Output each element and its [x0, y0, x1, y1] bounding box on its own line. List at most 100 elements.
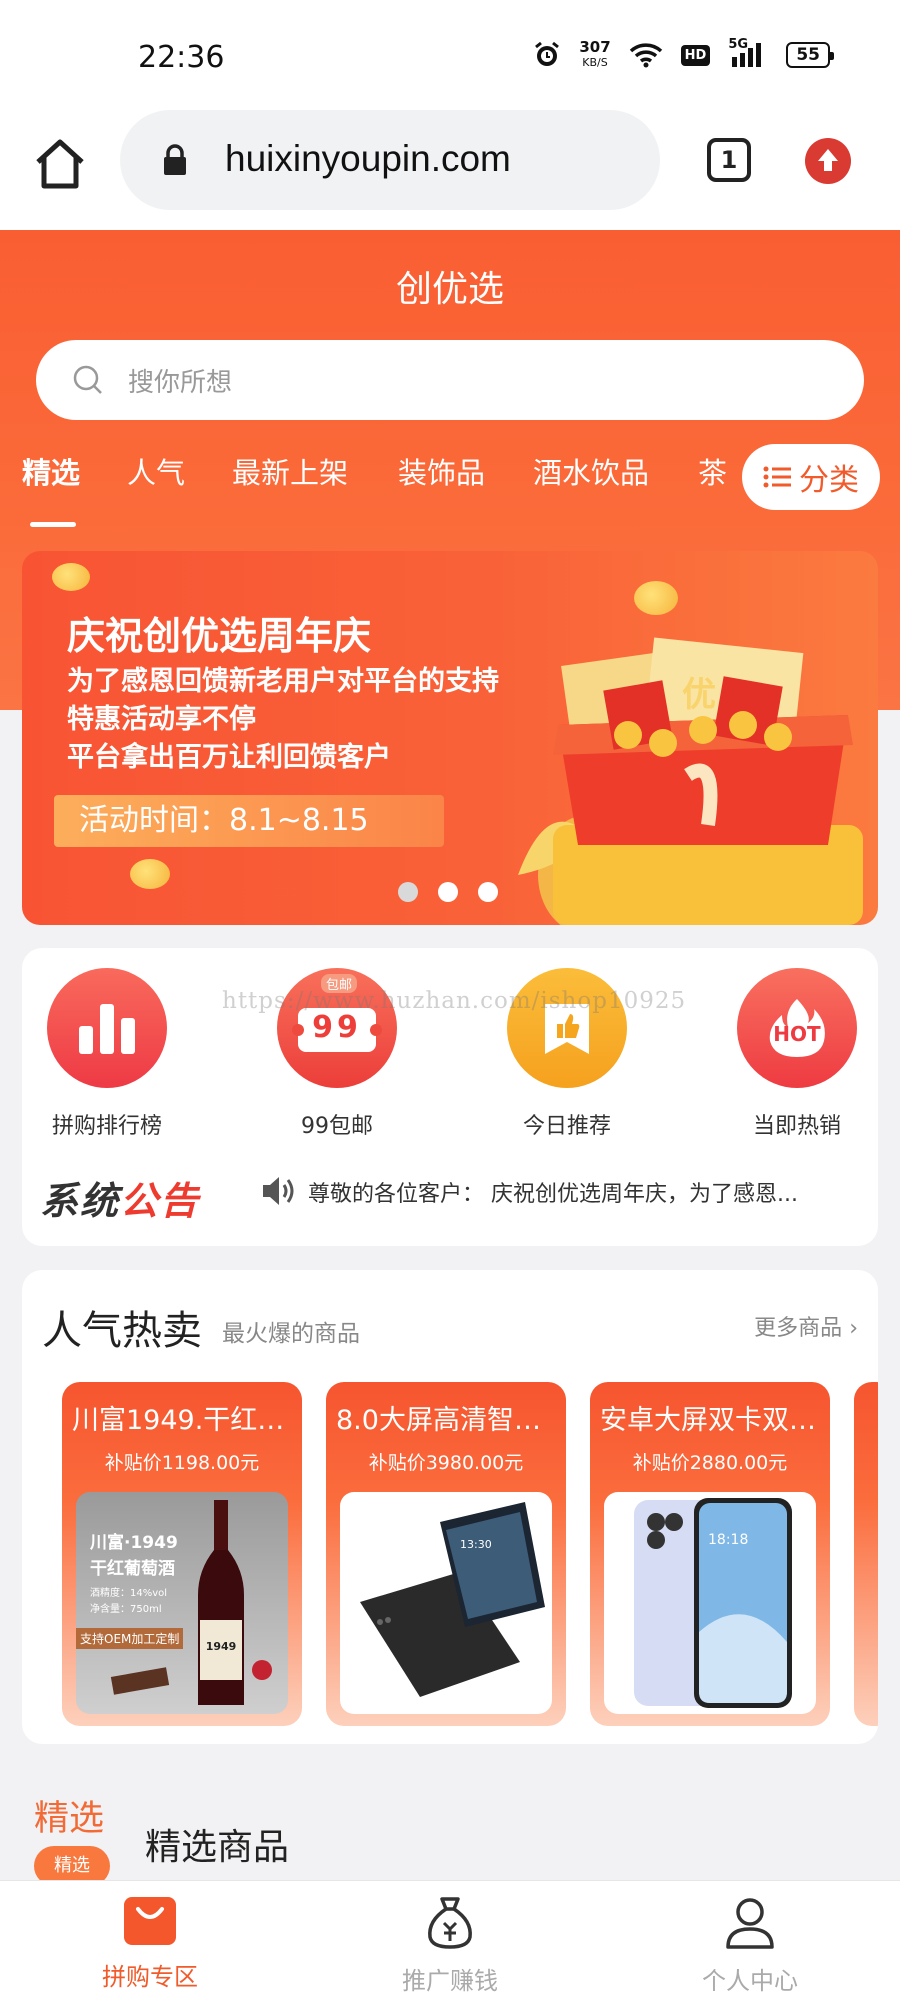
feature-ranking[interactable]: 拼购排行榜 — [22, 968, 192, 1140]
tab-tea[interactable]: 茶 — [698, 450, 727, 492]
product-name[interactable]: 安卓大屏双卡双待手机 — [600, 1398, 825, 1437]
feature-icon-circle: HOT — [737, 968, 857, 1088]
product-image[interactable]: 川富·1949 干红葡萄酒 酒精度：14%vol 净含量：750ml 支持OEM… — [76, 1492, 288, 1714]
wine-image-spec: 净含量：750ml — [90, 1604, 162, 1615]
more-label[interactable]: 更多商品 — [754, 1316, 842, 1341]
notice-logo-part: 系统 — [40, 1179, 121, 1223]
watermark-text: https://www.huzhan.com/ishop10925 — [222, 988, 687, 1014]
product-price: 补贴价3980.00元 — [368, 1452, 524, 1474]
section-title: 人气热卖 — [42, 1308, 202, 1354]
more-products-link[interactable]: 更多商品 › — [754, 1310, 858, 1342]
promo-banner[interactable]: 庆祝创优选周年庆 为了感恩回馈新老用户对平台的支持 特惠活动享不停 平台拿出百万… — [22, 551, 878, 925]
banner-line: 为了感恩回馈新老用户对平台的支持 — [67, 666, 499, 697]
feature-icon-circle: 99 包邮 — [277, 968, 397, 1088]
shortcut-card: 拼购排行榜 99 包邮 99包邮 今日推荐 HOT 当即热销 https://w… — [22, 948, 878, 1246]
flower-decoration — [252, 1660, 272, 1680]
tab-decorations[interactable]: 装饰品 — [398, 450, 485, 492]
category-button[interactable]: 分类 — [742, 444, 880, 510]
product-card-partial[interactable] — [854, 1382, 878, 1726]
notice-text[interactable]: 尊敬的各位客户： 庆祝创优选周年庆，为了感恩... — [308, 1176, 798, 1208]
nav-group-buy[interactable]: 拼购专区 — [50, 1895, 250, 1992]
coin-decoration — [130, 859, 170, 889]
tablet-illustration — [360, 1502, 545, 1697]
search-bar[interactable]: 搜你所想 — [36, 340, 864, 420]
tab-switcher-button[interactable]: 1 — [707, 138, 751, 182]
search-placeholder[interactable]: 搜你所想 — [128, 362, 232, 399]
product-card[interactable]: 安卓大屏双卡双待手机 补贴价2880.00元 18:18 — [590, 1382, 830, 1726]
nav-label[interactable]: 拼购专区 — [50, 1957, 250, 1992]
lock-icon — [164, 144, 186, 175]
speed-unit: KB/S — [582, 56, 608, 69]
product-name[interactable]: 川富1949.干红葡萄酒 — [72, 1398, 297, 1437]
network-speed: 307 KB/S — [579, 40, 610, 70]
nav-label[interactable]: 推广赚钱 — [350, 1961, 550, 1996]
product-image[interactable]: 18:18 — [604, 1492, 816, 1714]
browser-toolbar: huixinyoupin.com 1 — [0, 110, 900, 230]
upload-button[interactable] — [805, 138, 851, 184]
pagination-dot[interactable] — [398, 882, 418, 902]
signal-icon — [732, 43, 762, 67]
section-title: 精选商品 — [145, 1827, 290, 1868]
active-tab-indicator — [30, 522, 76, 527]
bar-chart-icon — [79, 1004, 135, 1054]
wine-bottle-icon — [198, 1500, 244, 1705]
banner-line: 特惠活动享不停 — [67, 704, 256, 735]
url-text[interactable]: huixinyoupin.com — [225, 138, 511, 180]
product-price: 补贴价2880.00元 — [632, 1452, 788, 1474]
brownie-decoration — [110, 1667, 170, 1695]
feature-label[interactable]: 拼购排行榜 — [22, 1108, 192, 1140]
product-price: 补贴价1198.00元 — [104, 1452, 260, 1474]
feature-icon-circle — [507, 968, 627, 1088]
status-time: 22:36 — [138, 40, 225, 75]
nav-profile[interactable]: 个人中心 — [650, 1895, 850, 1996]
section-tag: 精选 — [34, 1799, 105, 1839]
phone-illustration — [634, 1498, 792, 1708]
alarm-icon — [535, 41, 560, 66]
feature-hot-sale[interactable]: HOT 当即热销 — [712, 968, 882, 1140]
pagination-dot[interactable] — [478, 882, 498, 902]
page-title: 创优选 — [395, 269, 504, 310]
shopping-bag-icon — [124, 1897, 176, 1945]
notice-logo-part: 公告 — [120, 1179, 201, 1223]
home-icon[interactable] — [30, 134, 90, 194]
signal-indicator: 5G — [728, 37, 768, 69]
hot-badge-text: HOT — [773, 1022, 821, 1046]
status-bar: 22:36 307 KB/S HD 5G 55 — [0, 0, 900, 110]
feature-label[interactable]: 当即热销 — [712, 1108, 882, 1140]
feature-label[interactable]: 99包邮 — [252, 1108, 422, 1140]
wine-image-title: 川富·1949 — [90, 1533, 178, 1553]
tab-drinks[interactable]: 酒水饮品 — [533, 450, 649, 492]
coin-decoration — [52, 563, 90, 591]
tab-popular[interactable]: 人气 — [127, 450, 185, 492]
speaker-icon — [263, 1177, 294, 1205]
wine-bottle-label: 1949 — [205, 1640, 237, 1653]
user-icon — [726, 1898, 774, 1949]
wine-image-subtitle: 干红葡萄酒 — [90, 1559, 175, 1579]
product-card[interactable]: 8.0大屏高清智能平板 补贴价3980.00元 13:30 — [326, 1382, 566, 1726]
tablet-clock: 13:30 — [460, 1538, 492, 1551]
banner-event-time: 活动时间：8.1~8.15 — [54, 795, 444, 847]
tab-featured[interactable]: 精选 — [22, 450, 80, 492]
feature-label[interactable]: 今日推荐 — [482, 1108, 652, 1140]
bottom-navigation: 拼购专区 推广赚钱 个人中心 — [0, 1880, 900, 2000]
list-icon — [763, 466, 791, 488]
product-image[interactable]: 13:30 — [340, 1492, 552, 1714]
coin-decoration — [634, 581, 678, 615]
nav-promote-earn[interactable]: 推广赚钱 — [350, 1895, 550, 1996]
hd-badge: HD — [680, 44, 711, 66]
wifi-icon — [629, 43, 662, 68]
banner-title: 庆祝创优选周年庆 — [67, 614, 372, 658]
money-bag-icon — [428, 1897, 472, 1949]
category-tabs: 精选 人气 最新上架 装饰品 酒水饮品 茶 — [0, 450, 730, 530]
address-bar[interactable]: huixinyoupin.com — [120, 110, 660, 210]
pagination-dot[interactable] — [438, 882, 458, 902]
nav-label[interactable]: 个人中心 — [650, 1961, 850, 1996]
chevron-right-icon: › — [849, 1316, 858, 1341]
feature-icon-circle — [47, 968, 167, 1088]
product-name[interactable]: 8.0大屏高清智能平板 — [336, 1398, 561, 1437]
tab-new-arrivals[interactable]: 最新上架 — [232, 450, 348, 492]
product-card[interactable]: 川富1949.干红葡萄酒 补贴价1198.00元 川富·1949 干红葡萄酒 酒… — [62, 1382, 302, 1726]
system-notice-logo: 系统公告 — [40, 1170, 200, 1225]
category-label[interactable]: 分类 — [799, 455, 859, 499]
banner-line: 平台拿出百万让利回馈客户 — [67, 742, 391, 773]
